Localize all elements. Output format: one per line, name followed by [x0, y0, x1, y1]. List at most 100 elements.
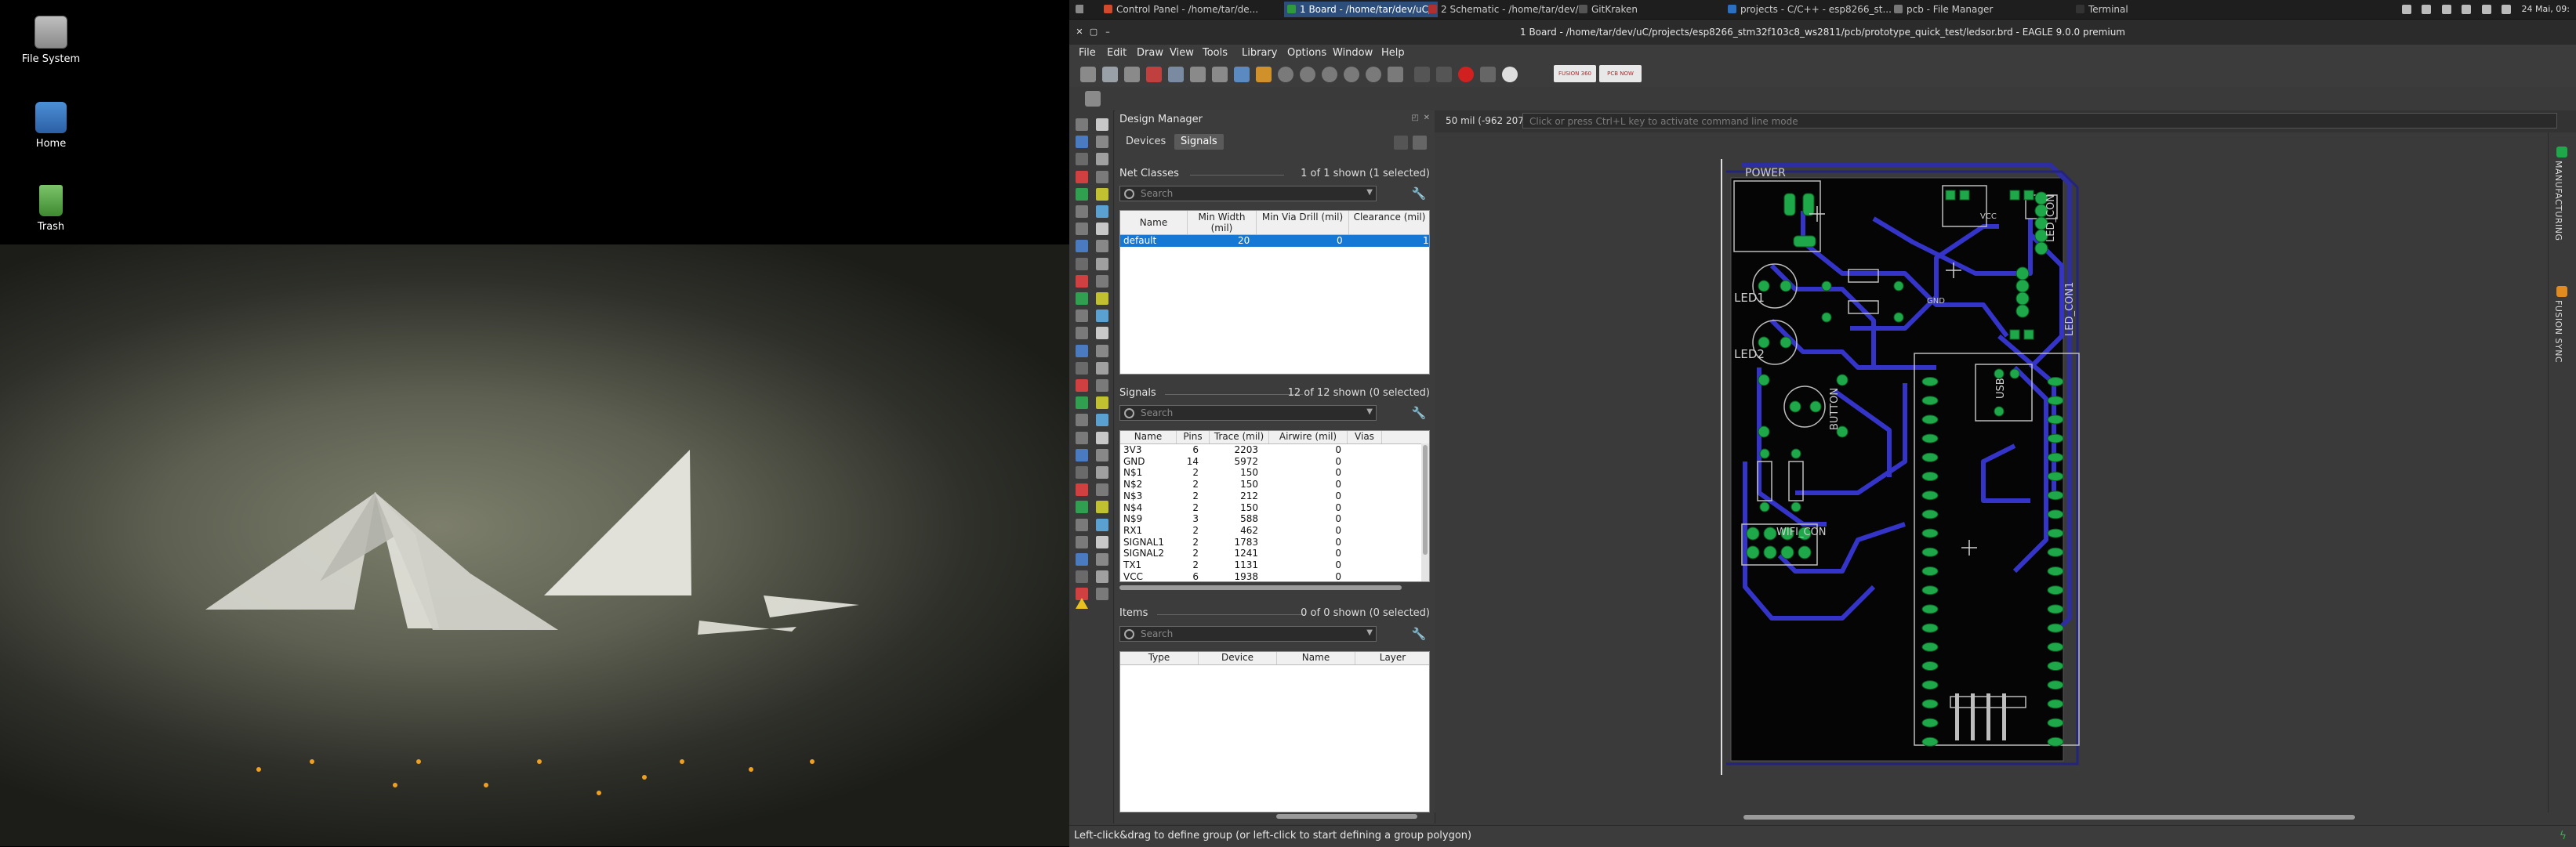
pcb-board[interactable]: POWER LED1 LED2 WIFI_CON VCC GND LED_CON… [1435, 132, 2548, 813]
chevron-down-icon[interactable]: ▼ [1366, 188, 1373, 197]
command-tool-icon[interactable] [1096, 309, 1108, 323]
command-tool-icon[interactable] [1076, 483, 1088, 497]
task-schematic[interactable]: 2 Schematic - /home/tar/dev/... [1425, 2, 1588, 17]
column-layer[interactable]: Layer [1355, 652, 1429, 664]
task-file-manager[interactable]: pcb - File Manager [1891, 2, 2048, 17]
table-row[interactable]: TX1 2 1131 0 [1120, 559, 1429, 571]
pcb-now-button[interactable]: PCB NOW [1599, 65, 1642, 82]
print-icon[interactable] [1124, 67, 1140, 82]
select-mode-icon[interactable] [1394, 136, 1408, 150]
menu-tools[interactable]: Tools [1203, 45, 1228, 62]
menu-draw[interactable]: Draw [1137, 45, 1163, 62]
board-canvas[interactable]: POWER LED1 LED2 WIFI_CON VCC GND LED_CON… [1435, 132, 2576, 813]
menu-library[interactable]: Library [1242, 45, 1277, 62]
task-terminal[interactable]: Terminal [2073, 2, 2182, 17]
command-tool-icon[interactable] [1076, 396, 1088, 410]
table-row[interactable]: SIGNAL1 2 1783 0 [1120, 537, 1429, 548]
command-tool-icon[interactable] [1096, 292, 1108, 305]
command-tool-icon[interactable] [1096, 136, 1108, 149]
command-tool-icon[interactable] [1096, 518, 1108, 531]
design-manager-icon[interactable] [1256, 67, 1272, 82]
table-row[interactable]: GND 14 5972 0 [1120, 456, 1429, 468]
network-icon[interactable] [2441, 5, 2451, 14]
table-row[interactable]: 3V3 6 2203 0 [1120, 444, 1429, 456]
clock[interactable]: 24 Mai, 09: [2522, 4, 2570, 14]
command-tool-icon[interactable] [1096, 153, 1108, 166]
menu-help[interactable]: Help [1381, 45, 1405, 62]
go-icon[interactable] [1480, 67, 1496, 82]
command-tool-icon[interactable] [1096, 501, 1108, 514]
command-tool-icon[interactable] [1076, 274, 1088, 288]
layer-settings-icon[interactable] [1234, 67, 1250, 82]
volume-icon[interactable] [2462, 5, 2472, 14]
net-classes-settings-icon[interactable]: 🔧 [1411, 186, 1427, 201]
column-min-width[interactable]: Min Width (mil) [1188, 211, 1257, 234]
tab-fusion-sync[interactable]: FUSION SYNC [2553, 300, 2563, 363]
table-row[interactable]: RX1 2 462 0 [1120, 525, 1429, 537]
menu-view[interactable]: View [1170, 45, 1194, 62]
table-row[interactable]: N$9 3 588 0 [1120, 513, 1429, 525]
desktop-icon-home[interactable]: Home [8, 102, 94, 150]
command-tool-icon[interactable] [1096, 570, 1108, 584]
stop-icon[interactable] [1458, 67, 1474, 82]
items-settings-icon[interactable]: 🔧 [1411, 626, 1427, 642]
command-tool-icon[interactable] [1076, 153, 1088, 166]
redo-icon[interactable] [1436, 67, 1452, 82]
zoom-in-icon[interactable] [1300, 67, 1315, 82]
zoom-out-icon[interactable] [1322, 67, 1337, 82]
tab-devices[interactable]: Devices [1119, 134, 1172, 150]
column-vias[interactable]: Vias [1348, 431, 1382, 443]
canvas-hscrollbar[interactable] [1438, 813, 2527, 822]
command-tool-icon[interactable] [1096, 223, 1108, 236]
cam-icon[interactable] [1146, 67, 1162, 82]
task-gitkraken[interactable]: GitKraken [1576, 2, 1693, 17]
items-hscrollbar[interactable] [1119, 813, 1430, 820]
tab-manufacturing[interactable]: MANUFACTURING [2553, 161, 2563, 241]
column-pins[interactable]: Pins [1177, 431, 1210, 443]
command-tool-icon[interactable] [1096, 379, 1108, 392]
command-tool-icon[interactable] [1076, 205, 1088, 218]
close-panel-icon[interactable]: ✕ [1424, 114, 1430, 122]
grid-icon[interactable] [1085, 91, 1101, 107]
scrollbar-thumb[interactable] [1119, 585, 1402, 590]
chevron-down-icon[interactable]: ▼ [1366, 628, 1373, 637]
table-row[interactable]: N$3 2 212 0 [1120, 490, 1429, 502]
signals-search[interactable]: Search ▼ [1119, 405, 1377, 421]
minimize-icon[interactable]: – [1102, 27, 1113, 38]
command-tool-icon[interactable] [1076, 187, 1088, 201]
desktop-icon-file-system[interactable]: File System [8, 16, 94, 65]
command-tool-icon[interactable] [1076, 518, 1088, 531]
command-tool-icon[interactable] [1096, 361, 1108, 375]
command-tool-icon[interactable] [1076, 535, 1088, 548]
menu-window[interactable]: Window [1333, 45, 1373, 62]
task-control-panel[interactable]: Control Panel - /home/tar/de... [1101, 2, 1297, 17]
signals-settings-icon[interactable]: 🔧 [1411, 405, 1427, 421]
items-search[interactable]: Search ▼ [1119, 626, 1377, 642]
command-tool-icon[interactable] [1076, 327, 1088, 340]
desktop-icon-trash[interactable]: Trash [8, 185, 94, 233]
command-tool-icon[interactable] [1096, 240, 1108, 253]
command-tool-icon[interactable] [1096, 414, 1108, 427]
column-name[interactable]: Name [1120, 431, 1177, 443]
command-tool-icon[interactable] [1076, 170, 1088, 183]
column-trace[interactable]: Trace (mil) [1210, 431, 1269, 443]
help-icon[interactable] [1502, 67, 1518, 82]
command-tool-icon[interactable] [1096, 448, 1108, 462]
dropbox-icon[interactable] [2401, 5, 2411, 14]
table-row[interactable]: default 20 0 10 [1120, 235, 1429, 247]
command-tool-icon[interactable] [1096, 466, 1108, 479]
command-tool-icon[interactable] [1076, 570, 1088, 584]
column-name[interactable]: Name [1120, 211, 1188, 234]
chevron-down-icon[interactable]: ▼ [1366, 407, 1373, 416]
command-tool-icon[interactable] [1076, 240, 1088, 253]
battery-icon[interactable] [2481, 5, 2491, 14]
command-tool-icon[interactable] [1096, 553, 1108, 566]
command-tool-icon[interactable] [1076, 309, 1088, 323]
script-icon[interactable] [1190, 67, 1206, 82]
menu-edit[interactable]: Edit [1107, 45, 1127, 62]
command-tool-icon[interactable] [1096, 344, 1108, 357]
table-row[interactable]: SIGNAL2 2 1241 0 [1120, 548, 1429, 559]
command-tool-icon[interactable] [1096, 205, 1108, 218]
command-tool-icon[interactable] [1076, 379, 1088, 392]
zoom-select-icon[interactable] [1344, 67, 1359, 82]
